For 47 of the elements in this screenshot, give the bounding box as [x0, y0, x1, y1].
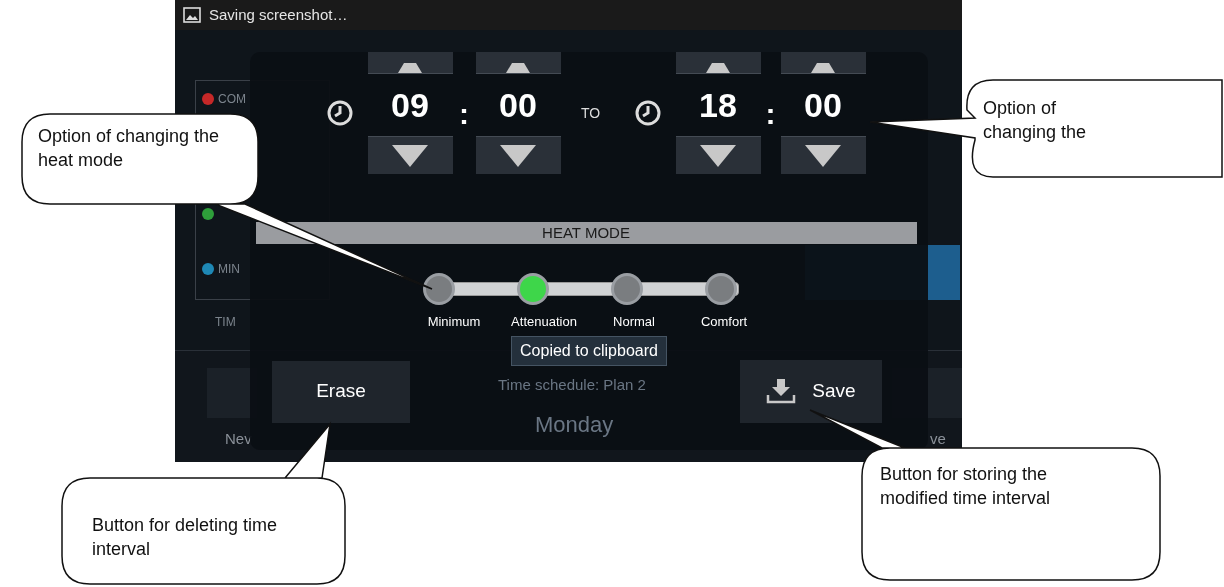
time-value: 09	[390, 84, 430, 126]
mode-option[interactable]	[517, 273, 549, 305]
legend-label: MIN	[218, 260, 240, 278]
decrease-button[interactable]	[780, 136, 866, 174]
mode-label: Attenuation	[510, 313, 578, 331]
mode-option[interactable]	[423, 273, 455, 305]
mode-label: Comfort	[699, 313, 749, 331]
toast: Copied to clipboard	[511, 335, 667, 366]
schedule-title: Time schedule: Plan 2	[498, 374, 646, 395]
callout-text: Button for storing the modified time interval	[880, 463, 1052, 510]
mode-option[interactable]	[705, 273, 737, 305]
callout-text: Option of changing the heat mode	[38, 125, 221, 172]
time-separator: :	[764, 95, 777, 132]
time-value: 00	[498, 84, 538, 126]
increase-button[interactable]	[675, 52, 761, 74]
callout-text: Option of changing the	[983, 97, 1088, 144]
mode-option[interactable]	[611, 273, 643, 305]
axis-label: TIM	[215, 314, 236, 331]
decrease-button[interactable]	[367, 136, 453, 174]
time-value: 18	[698, 84, 738, 126]
down-arrow-icon	[498, 144, 538, 167]
callout-text: Button for deleting time interval	[92, 514, 279, 561]
increase-button[interactable]	[780, 52, 866, 74]
image-icon	[183, 7, 201, 23]
mode-label: Normal	[612, 313, 656, 331]
time-separator: :	[458, 95, 470, 132]
decrease-button[interactable]	[475, 136, 561, 174]
status-text: Saving screenshot…	[209, 4, 348, 25]
download-icon	[766, 377, 797, 405]
decrease-button[interactable]	[675, 136, 761, 174]
button-label: ve	[930, 429, 946, 449]
day-label: Monday	[535, 410, 614, 439]
increase-button[interactable]	[367, 52, 453, 74]
mode-label: Minimum	[426, 313, 482, 331]
clock-icon	[634, 99, 662, 127]
down-arrow-icon	[698, 144, 738, 167]
save-button[interactable]: Save	[740, 359, 882, 423]
new-label: Nev	[225, 429, 252, 449]
increase-button[interactable]	[475, 52, 561, 74]
legend-label: COM	[218, 90, 246, 108]
time-value: 00	[803, 84, 843, 126]
erase-button[interactable]: Erase	[272, 360, 410, 423]
section-header: HEAT MODE	[255, 222, 917, 244]
clock-icon	[326, 99, 354, 127]
down-arrow-icon	[803, 144, 843, 167]
down-arrow-icon	[390, 144, 430, 167]
to-label: TO	[579, 103, 602, 123]
